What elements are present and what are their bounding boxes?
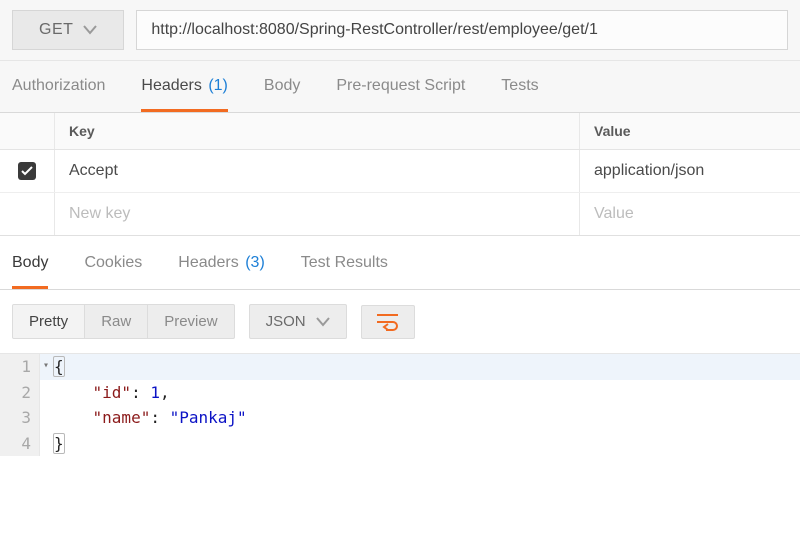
headers-row-check-empty [0,193,54,235]
tab-authorization[interactable]: Authorization [12,61,105,112]
tab-response-headers-label: Headers [178,254,238,271]
tab-response-headers[interactable]: Headers (3) [178,236,265,289]
tab-headers[interactable]: Headers (1) [141,61,228,112]
code-source: "name": "Pankaj" [40,405,247,431]
tab-prerequest[interactable]: Pre-request Script [336,61,465,112]
headers-row-new[interactable]: New key Value [0,193,800,235]
fold-arrow-icon[interactable]: ▾ [43,358,49,374]
chevron-down-icon [83,25,97,35]
view-preview-button[interactable]: Preview [148,305,233,338]
tab-body[interactable]: Body [264,61,300,112]
code-line: 1▾ { [0,354,800,380]
code-line: 2 "id": 1, [0,380,800,406]
code-line: 4 } [0,431,800,457]
code-source: "id": 1, [40,380,170,406]
tab-headers-count: (1) [208,77,228,94]
headers-table: Key Value Accept application/json New ke… [0,113,800,236]
chevron-down-icon [316,317,330,327]
headers-row-value[interactable]: application/json [580,150,800,192]
view-pretty-button[interactable]: Pretty [13,305,85,338]
headers-new-value[interactable]: Value [580,193,800,235]
wrap-lines-button[interactable] [361,305,415,339]
line-number: 1▾ [0,354,40,380]
line-number: 2 [0,380,40,406]
response-view-controls: Pretty Raw Preview JSON [0,290,800,354]
headers-row-check[interactable] [0,150,54,192]
headers-col-check [0,113,54,149]
line-number: 4 [0,431,40,457]
headers-row-key[interactable]: Accept [54,150,580,192]
view-mode-segment: Pretty Raw Preview [12,304,235,339]
http-method-label: GET [39,21,73,39]
headers-table-head: Key Value [0,113,800,150]
headers-new-key[interactable]: New key [54,193,580,235]
headers-row[interactable]: Accept application/json [0,150,800,193]
headers-col-key: Key [54,113,580,149]
format-dropdown[interactable]: JSON [249,304,347,339]
tab-response-body[interactable]: Body [12,236,48,289]
response-tabs: Body Cookies Headers (3) Test Results [0,236,800,290]
check-icon [18,162,36,180]
tab-response-cookies[interactable]: Cookies [84,236,142,289]
request-tabs: Authorization Headers (1) Body Pre-reque… [0,61,800,113]
tab-headers-label: Headers [141,77,201,94]
request-url-input[interactable] [136,10,788,50]
headers-col-value: Value [580,113,800,149]
tab-response-headers-count: (3) [245,254,265,271]
tab-response-test-results[interactable]: Test Results [301,236,388,289]
http-method-dropdown[interactable]: GET [12,10,124,50]
code-line: 3 "name": "Pankaj" [0,405,800,431]
response-body[interactable]: 1▾ { 2 "id": 1, 3 "name": "Pankaj" 4 } [0,354,800,456]
code-source: } [40,431,64,457]
line-number: 3 [0,405,40,431]
wrap-icon [376,312,400,332]
format-label: JSON [266,313,306,330]
tab-tests[interactable]: Tests [501,61,538,112]
view-raw-button[interactable]: Raw [85,305,148,338]
request-bar: GET [0,0,800,61]
